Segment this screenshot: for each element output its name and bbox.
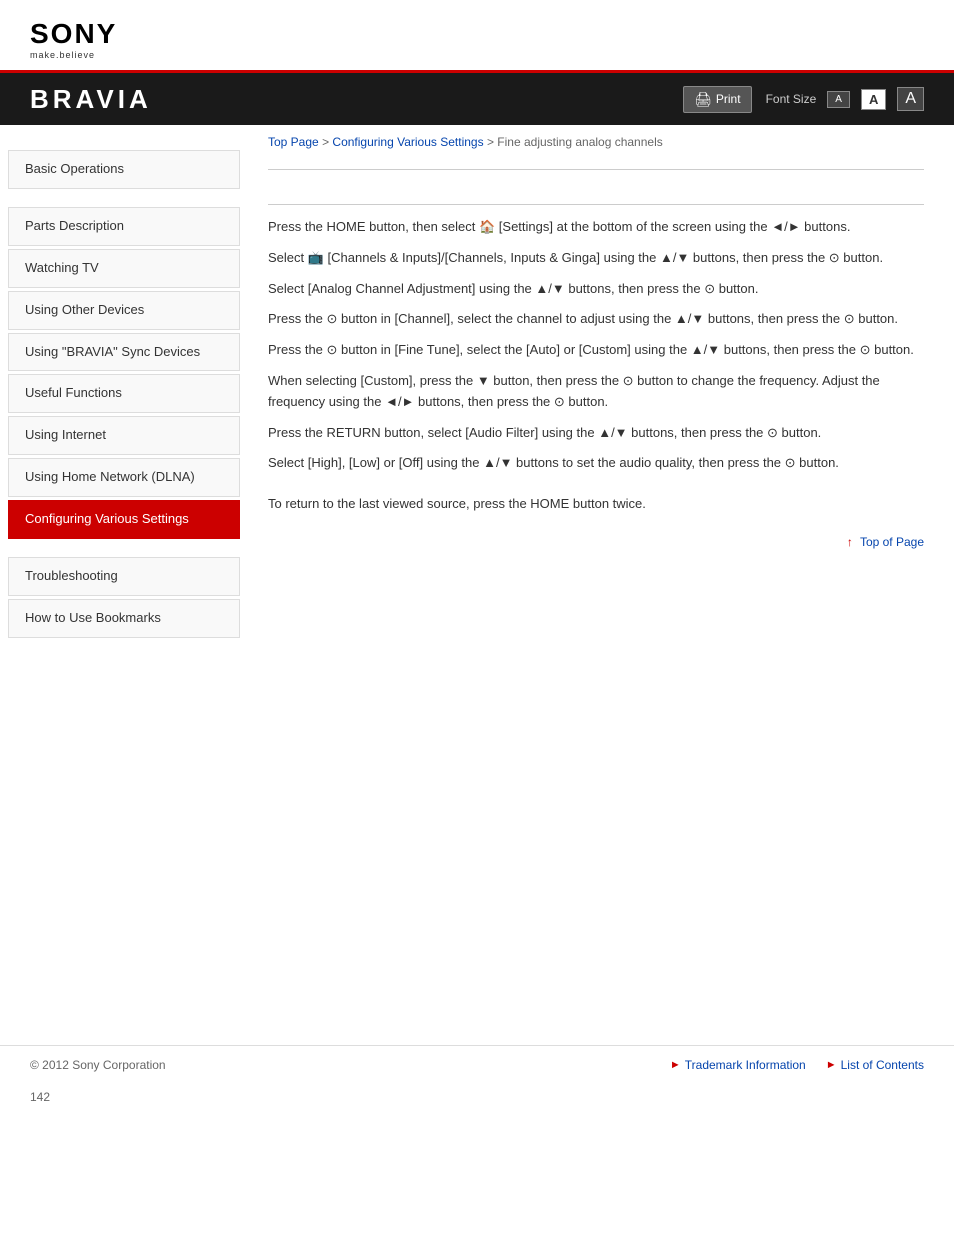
sidebar-item-basic-operations[interactable]: Basic Operations (8, 150, 240, 189)
sidebar-item-using-internet[interactable]: Using Internet (8, 416, 240, 455)
trademark-arrow-icon: ► (670, 1059, 681, 1071)
font-size-label: Font Size (766, 92, 817, 106)
print-label: Print (716, 92, 741, 106)
list-of-contents-link[interactable]: List of Contents (841, 1058, 924, 1072)
sidebar-item-how-to-use-bookmarks[interactable]: How to Use Bookmarks (8, 599, 240, 638)
footer-links: ► Trademark Information ► List of Conten… (670, 1058, 924, 1072)
content-body: Press the HOME button, then select 🏠 [Se… (268, 182, 924, 569)
page-number: 142 (0, 1084, 954, 1110)
breadcrumb-current: Fine adjusting analog channels (497, 135, 662, 149)
sidebar-item-troubleshooting[interactable]: Troubleshooting (8, 557, 240, 596)
step-7: Press the RETURN button, select [Audio F… (268, 423, 924, 444)
step-8: Select [High], [Low] or [Off] using the … (268, 453, 924, 474)
nav-bar: BRAVIA 🖨 Print Font Size A A A (0, 73, 954, 125)
layout: Basic Operations Parts Description Watch… (0, 125, 954, 1025)
step-5: Press the ⊙ button in [Fine Tune], selec… (268, 340, 924, 361)
step-3: Select [Analog Channel Adjustment] using… (268, 279, 924, 300)
sidebar: Basic Operations Parts Description Watch… (0, 125, 248, 1025)
sony-logo: SONY make.believe (30, 18, 117, 60)
main-content: Top Page > Configuring Various Settings … (248, 125, 954, 1025)
step-1: Press the HOME button, then select 🏠 [Se… (268, 217, 924, 238)
step-4: Press the ⊙ button in [Channel], select … (268, 309, 924, 330)
bravia-title: BRAVIA (30, 84, 683, 115)
step-2: Select 📺 [Channels & Inputs]/[Channels, … (268, 248, 924, 269)
divider-content-top (268, 204, 924, 205)
sidebar-item-parts-description[interactable]: Parts Description (8, 207, 240, 246)
sidebar-item-using-other-devices[interactable]: Using Other Devices (8, 291, 240, 330)
breadcrumb-top-page[interactable]: Top Page (268, 135, 319, 149)
list-of-contents-arrow-icon: ► (826, 1059, 837, 1071)
breadcrumb: Top Page > Configuring Various Settings … (268, 135, 924, 157)
footer: © 2012 Sony Corporation ► Trademark Info… (0, 1045, 954, 1084)
top-bar: SONY make.believe (0, 0, 954, 73)
sidebar-item-configuring-various-settings[interactable]: Configuring Various Settings (8, 500, 240, 539)
trademark-link-item: ► Trademark Information (670, 1058, 806, 1072)
font-size-small-button[interactable]: A (827, 91, 850, 108)
nav-controls: 🖨 Print Font Size A A A (683, 86, 924, 113)
trademark-link[interactable]: Trademark Information (685, 1058, 806, 1072)
step-6: When selecting [Custom], press the ▼ but… (268, 371, 924, 413)
sidebar-item-watching-tv[interactable]: Watching TV (8, 249, 240, 288)
print-button[interactable]: 🖨 Print (683, 86, 751, 113)
list-of-contents-link-item: ► List of Contents (826, 1058, 924, 1072)
footer-copyright: © 2012 Sony Corporation (30, 1058, 166, 1072)
breadcrumb-configuring[interactable]: Configuring Various Settings (332, 135, 483, 149)
divider-top (268, 169, 924, 170)
sidebar-item-using-bravia-sync[interactable]: Using "BRAVIA" Sync Devices (8, 333, 240, 372)
print-icon: 🖨 (694, 91, 712, 108)
font-size-large-button[interactable]: A (897, 87, 924, 111)
sidebar-item-using-home-network[interactable]: Using Home Network (DLNA) (8, 458, 240, 497)
top-of-page-link[interactable]: Top of Page (860, 535, 924, 549)
font-size-medium-button[interactable]: A (861, 89, 886, 110)
top-of-page: ↑ Top of Page (268, 535, 924, 549)
return-note: To return to the last viewed source, pre… (268, 494, 924, 515)
sony-tagline: make.believe (30, 50, 95, 60)
sony-text: SONY (30, 18, 117, 50)
sidebar-item-useful-functions[interactable]: Useful Functions (8, 374, 240, 413)
